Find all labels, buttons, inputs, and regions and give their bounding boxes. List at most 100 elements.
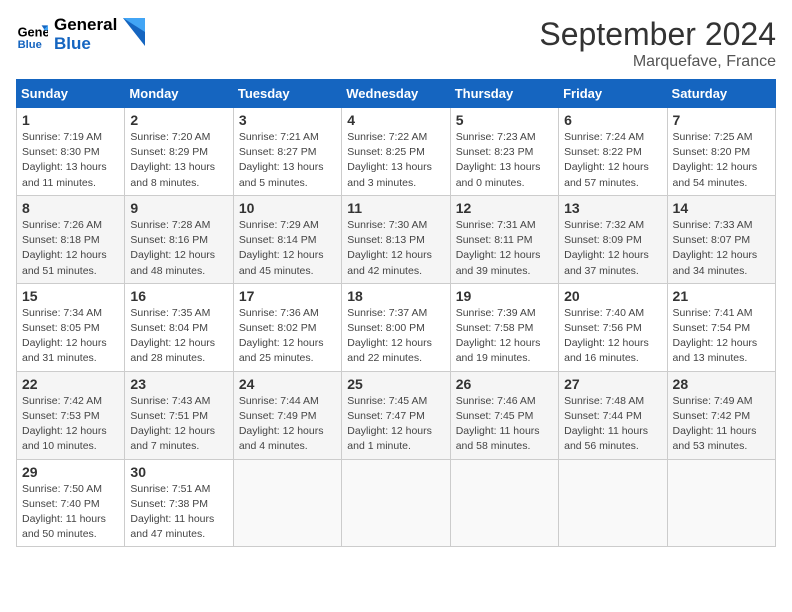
day-info: Sunrise: 7:36 AMSunset: 8:02 PMDaylight:… xyxy=(239,307,324,365)
col-sunday: Sunday xyxy=(17,80,125,108)
day-info: Sunrise: 7:44 AMSunset: 7:49 PMDaylight:… xyxy=(239,395,324,453)
day-info: Sunrise: 7:46 AMSunset: 7:45 PMDaylight:… xyxy=(456,395,540,453)
day-info: Sunrise: 7:25 AMSunset: 8:20 PMDaylight:… xyxy=(673,131,758,189)
calendar-cell: 22 Sunrise: 7:42 AMSunset: 7:53 PMDaylig… xyxy=(17,371,125,459)
col-friday: Friday xyxy=(559,80,667,108)
calendar-week-row: 29 Sunrise: 7:50 AMSunset: 7:40 PMDaylig… xyxy=(17,459,776,547)
calendar-cell: 19 Sunrise: 7:39 AMSunset: 7:58 PMDaylig… xyxy=(450,283,558,371)
day-number: 14 xyxy=(673,200,770,216)
day-info: Sunrise: 7:21 AMSunset: 8:27 PMDaylight:… xyxy=(239,131,324,189)
calendar-cell xyxy=(233,459,341,547)
calendar-cell xyxy=(667,459,775,547)
day-info: Sunrise: 7:23 AMSunset: 8:23 PMDaylight:… xyxy=(456,131,541,189)
calendar-cell: 9 Sunrise: 7:28 AMSunset: 8:16 PMDayligh… xyxy=(125,195,233,283)
day-number: 21 xyxy=(673,288,770,304)
calendar-cell: 5 Sunrise: 7:23 AMSunset: 8:23 PMDayligh… xyxy=(450,108,558,196)
calendar-table: Sunday Monday Tuesday Wednesday Thursday… xyxy=(16,79,776,547)
calendar-cell: 6 Sunrise: 7:24 AMSunset: 8:22 PMDayligh… xyxy=(559,108,667,196)
day-info: Sunrise: 7:40 AMSunset: 7:56 PMDaylight:… xyxy=(564,307,649,365)
day-number: 5 xyxy=(456,112,553,128)
day-number: 19 xyxy=(456,288,553,304)
day-number: 28 xyxy=(673,376,770,392)
day-number: 29 xyxy=(22,464,119,480)
day-info: Sunrise: 7:30 AMSunset: 8:13 PMDaylight:… xyxy=(347,219,432,277)
calendar-cell: 26 Sunrise: 7:46 AMSunset: 7:45 PMDaylig… xyxy=(450,371,558,459)
day-info: Sunrise: 7:37 AMSunset: 8:00 PMDaylight:… xyxy=(347,307,432,365)
header-row: Sunday Monday Tuesday Wednesday Thursday… xyxy=(17,80,776,108)
day-number: 22 xyxy=(22,376,119,392)
day-number: 7 xyxy=(673,112,770,128)
calendar-cell: 13 Sunrise: 7:32 AMSunset: 8:09 PMDaylig… xyxy=(559,195,667,283)
day-info: Sunrise: 7:39 AMSunset: 7:58 PMDaylight:… xyxy=(456,307,541,365)
calendar-cell: 15 Sunrise: 7:34 AMSunset: 8:05 PMDaylig… xyxy=(17,283,125,371)
calendar-week-row: 15 Sunrise: 7:34 AMSunset: 8:05 PMDaylig… xyxy=(17,283,776,371)
day-number: 27 xyxy=(564,376,661,392)
day-number: 2 xyxy=(130,112,227,128)
calendar-cell: 30 Sunrise: 7:51 AMSunset: 7:38 PMDaylig… xyxy=(125,459,233,547)
calendar-cell: 8 Sunrise: 7:26 AMSunset: 8:18 PMDayligh… xyxy=(17,195,125,283)
day-number: 13 xyxy=(564,200,661,216)
day-info: Sunrise: 7:19 AMSunset: 8:30 PMDaylight:… xyxy=(22,131,107,189)
logo-arrow-icon xyxy=(123,18,145,46)
day-info: Sunrise: 7:51 AMSunset: 7:38 PMDaylight:… xyxy=(130,483,214,541)
calendar-cell: 14 Sunrise: 7:33 AMSunset: 8:07 PMDaylig… xyxy=(667,195,775,283)
calendar-cell xyxy=(559,459,667,547)
day-info: Sunrise: 7:45 AMSunset: 7:47 PMDaylight:… xyxy=(347,395,432,453)
logo-icon: General Blue xyxy=(16,19,48,51)
calendar-cell: 18 Sunrise: 7:37 AMSunset: 8:00 PMDaylig… xyxy=(342,283,450,371)
day-info: Sunrise: 7:24 AMSunset: 8:22 PMDaylight:… xyxy=(564,131,649,189)
logo-blue: Blue xyxy=(54,35,117,54)
day-info: Sunrise: 7:20 AMSunset: 8:29 PMDaylight:… xyxy=(130,131,215,189)
calendar-cell: 27 Sunrise: 7:48 AMSunset: 7:44 PMDaylig… xyxy=(559,371,667,459)
day-number: 10 xyxy=(239,200,336,216)
calendar-cell: 1 Sunrise: 7:19 AMSunset: 8:30 PMDayligh… xyxy=(17,108,125,196)
day-number: 17 xyxy=(239,288,336,304)
title-block: September 2024 Marquefave, France xyxy=(539,16,776,71)
day-info: Sunrise: 7:26 AMSunset: 8:18 PMDaylight:… xyxy=(22,219,107,277)
day-info: Sunrise: 7:31 AMSunset: 8:11 PMDaylight:… xyxy=(456,219,541,277)
calendar-cell: 25 Sunrise: 7:45 AMSunset: 7:47 PMDaylig… xyxy=(342,371,450,459)
day-number: 15 xyxy=(22,288,119,304)
day-number: 6 xyxy=(564,112,661,128)
day-info: Sunrise: 7:35 AMSunset: 8:04 PMDaylight:… xyxy=(130,307,215,365)
calendar-cell: 24 Sunrise: 7:44 AMSunset: 7:49 PMDaylig… xyxy=(233,371,341,459)
calendar-cell: 4 Sunrise: 7:22 AMSunset: 8:25 PMDayligh… xyxy=(342,108,450,196)
calendar-cell xyxy=(450,459,558,547)
logo: General Blue General Blue xyxy=(16,16,145,53)
day-number: 18 xyxy=(347,288,444,304)
day-number: 30 xyxy=(130,464,227,480)
day-number: 23 xyxy=(130,376,227,392)
day-info: Sunrise: 7:50 AMSunset: 7:40 PMDaylight:… xyxy=(22,483,106,541)
col-thursday: Thursday xyxy=(450,80,558,108)
col-wednesday: Wednesday xyxy=(342,80,450,108)
calendar-week-row: 22 Sunrise: 7:42 AMSunset: 7:53 PMDaylig… xyxy=(17,371,776,459)
day-number: 16 xyxy=(130,288,227,304)
calendar-cell: 11 Sunrise: 7:30 AMSunset: 8:13 PMDaylig… xyxy=(342,195,450,283)
day-info: Sunrise: 7:33 AMSunset: 8:07 PMDaylight:… xyxy=(673,219,758,277)
calendar-cell: 12 Sunrise: 7:31 AMSunset: 8:11 PMDaylig… xyxy=(450,195,558,283)
calendar-cell: 2 Sunrise: 7:20 AMSunset: 8:29 PMDayligh… xyxy=(125,108,233,196)
page-header: General Blue General Blue September 2024… xyxy=(16,16,776,71)
calendar-cell: 28 Sunrise: 7:49 AMSunset: 7:42 PMDaylig… xyxy=(667,371,775,459)
day-info: Sunrise: 7:32 AMSunset: 8:09 PMDaylight:… xyxy=(564,219,649,277)
calendar-cell xyxy=(342,459,450,547)
day-info: Sunrise: 7:41 AMSunset: 7:54 PMDaylight:… xyxy=(673,307,758,365)
day-number: 20 xyxy=(564,288,661,304)
day-info: Sunrise: 7:28 AMSunset: 8:16 PMDaylight:… xyxy=(130,219,215,277)
calendar-cell: 3 Sunrise: 7:21 AMSunset: 8:27 PMDayligh… xyxy=(233,108,341,196)
day-info: Sunrise: 7:49 AMSunset: 7:42 PMDaylight:… xyxy=(673,395,757,453)
col-saturday: Saturday xyxy=(667,80,775,108)
calendar-cell: 16 Sunrise: 7:35 AMSunset: 8:04 PMDaylig… xyxy=(125,283,233,371)
calendar-cell: 17 Sunrise: 7:36 AMSunset: 8:02 PMDaylig… xyxy=(233,283,341,371)
calendar-week-row: 1 Sunrise: 7:19 AMSunset: 8:30 PMDayligh… xyxy=(17,108,776,196)
calendar-cell: 7 Sunrise: 7:25 AMSunset: 8:20 PMDayligh… xyxy=(667,108,775,196)
day-number: 4 xyxy=(347,112,444,128)
svg-text:Blue: Blue xyxy=(18,38,42,50)
day-number: 1 xyxy=(22,112,119,128)
day-number: 8 xyxy=(22,200,119,216)
location-subtitle: Marquefave, France xyxy=(539,53,776,71)
calendar-week-row: 8 Sunrise: 7:26 AMSunset: 8:18 PMDayligh… xyxy=(17,195,776,283)
day-number: 3 xyxy=(239,112,336,128)
day-info: Sunrise: 7:34 AMSunset: 8:05 PMDaylight:… xyxy=(22,307,107,365)
calendar-cell: 23 Sunrise: 7:43 AMSunset: 7:51 PMDaylig… xyxy=(125,371,233,459)
